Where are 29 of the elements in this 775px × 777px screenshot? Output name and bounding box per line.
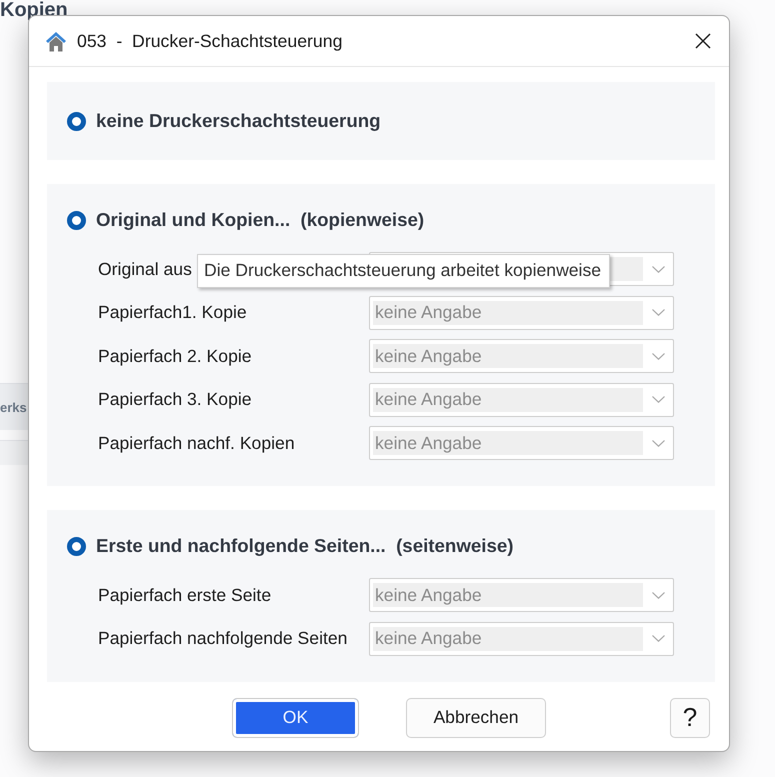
radio-button[interactable]: [67, 536, 86, 556]
option-label[interactable]: Original und Kopien... (kopienweise): [96, 209, 424, 231]
field-label: Papierfach erste Seite: [98, 584, 272, 606]
help-button[interactable]: ?: [670, 698, 710, 738]
cancel-button[interactable]: Abbrechen: [406, 698, 546, 738]
chevron-down-icon: [652, 352, 664, 360]
chevron-down-icon: [652, 592, 664, 598]
chevron-down-icon: [652, 396, 664, 403]
field-label: Papierfach nachfolgende Seiten: [98, 628, 348, 649]
chevron-down-icon: [652, 266, 664, 272]
radio-button[interactable]: [67, 210, 86, 230]
section-heading: Kopien: [0, 0, 68, 20]
option-label[interactable]: keine Druckerschachtsteuerung: [96, 110, 381, 132]
field-label: Papierfach 3. Kopie: [98, 389, 252, 410]
row-label: erks: [0, 400, 27, 414]
tooltip: Die Druckerschachtsteuerung arbeitet kopienweise: [197, 254, 610, 288]
chevron-down-icon: [652, 440, 664, 446]
close-icon: [695, 33, 711, 49]
ok-button[interactable]: OK: [232, 698, 359, 738]
chevron-down-icon: [652, 635, 664, 642]
radio-button[interactable]: [67, 112, 86, 130]
field-label: Papierfach 2. Kopie: [98, 346, 252, 366]
house-icon: [45, 30, 67, 52]
option-label[interactable]: Erste und nachfolgende Seiten... (seitenweise): [96, 535, 514, 557]
chevron-down-icon: [652, 309, 664, 316]
window-title: 053 - Drucker-Schachtsteuerung: [77, 30, 342, 52]
field-label: Papierfach nachf. Kopien: [98, 432, 295, 454]
field-label: Papierfach1. Kopie: [98, 302, 247, 323]
field-label: Original aus: [98, 258, 192, 280]
